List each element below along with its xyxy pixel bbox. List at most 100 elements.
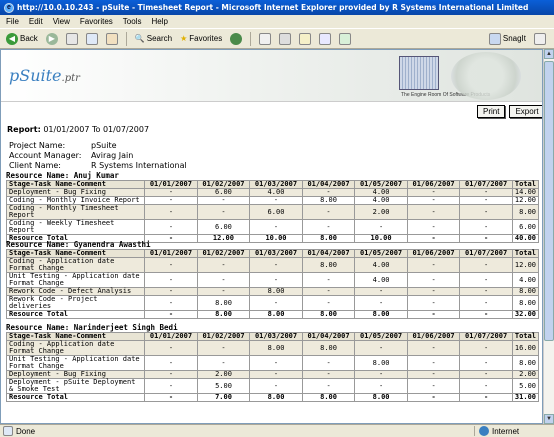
export-button[interactable]: Export [509,105,542,118]
hours-cell: - [249,370,303,379]
menu-tools[interactable]: Tools [123,17,142,26]
scroll-down-icon[interactable]: ▼ [544,414,554,424]
hours-cell: 4.00 [354,196,408,205]
column-header: Total [511,332,540,341]
hours-cell: - [144,219,198,235]
column-header: 01/03/2007 [249,249,303,258]
window-title: http://10.0.10.243 - pSuite - Timesheet … [17,3,529,12]
report-range: Report: 01/01/2007 To 01/07/2007 [7,125,149,134]
favorites-label: Favorites [189,34,223,43]
project-info: Project Name: pSuite Account Manager: Avir… [7,140,189,172]
project-name-label: Project Name: [9,141,66,150]
hours-cell: - [249,295,303,311]
print-button[interactable]: Print [477,105,506,118]
total-label-cell: Resource Total [5,393,146,402]
ie-icon: e [4,2,14,13]
task-name-cell: Coding - Application date Format Change [5,340,146,356]
hours-cell: - [406,257,461,273]
search-button[interactable]: 🔍 Search [133,31,174,47]
hours-cell: - [144,355,198,371]
column-header: 01/07/2007 [459,332,513,341]
media-button[interactable] [228,31,244,47]
print-toolbar-button[interactable] [277,31,293,47]
total-value-cell: 32.00 [511,310,540,319]
hours-cell: - [196,272,251,288]
hours-cell: - [144,340,198,356]
menu-favorites[interactable]: Favorites [80,17,113,26]
row-total-cell: 5.00 [511,378,540,394]
task-name-cell: Coding - Weekly Timesheet Report [5,219,146,235]
hours-cell: - [144,204,198,220]
vertical-scrollbar[interactable]: ▲ ▼ [543,49,554,424]
hours-cell: - [406,378,461,394]
hours-cell: - [196,355,251,371]
home-button[interactable] [104,31,120,47]
table-row: Coding - Application date Format Change -… [5,257,540,273]
hours-cell: - [301,370,356,379]
column-header: 01/04/2007 [301,332,356,341]
hours-cell: - [144,272,198,288]
snagit-capture-button[interactable] [532,31,548,47]
forward-button[interactable]: ▶ [44,31,60,47]
hours-cell: - [459,378,513,394]
hours-cell: - [459,355,513,371]
task-name-cell: Unit Testing - Application date Format C… [5,355,146,371]
hours-cell: 8.00 [249,287,303,296]
logo-suffix-text: .ptr [61,73,80,84]
project-name-value: pSuite [91,141,117,150]
back-button[interactable]: ◀ Back [4,31,40,47]
resource-section: Resource Name: Anuj Kumar Stage-Task Name… [5,171,540,243]
menu-edit[interactable]: Edit [29,17,43,26]
search-icon: 🔍 [134,34,145,43]
resource-name: Resource Name: Narinderjeet Singh Bedi [6,323,178,332]
hours-cell: - [406,295,461,311]
column-header: 01/04/2007 [301,249,356,258]
hours-cell: - [406,196,461,205]
task-name-cell: Coding - Monthly Timesheet Report [5,204,146,220]
hours-cell: - [196,287,251,296]
table-row: Coding - Monthly Timesheet Report - -6.00-… [5,204,540,220]
snagit-button[interactable]: SnagIt [487,31,528,47]
menu-file[interactable]: File [6,17,19,26]
edit-button[interactable] [297,31,313,47]
client-name-label: Client Name: [9,161,61,170]
row-total-cell: 12.00 [511,257,540,273]
hours-cell: - [459,340,513,356]
menu-help[interactable]: Help [151,17,167,26]
column-header: 01/02/2007 [196,249,251,258]
column-header: 01/02/2007 [196,332,251,341]
column-header: 01/05/2007 [354,332,408,341]
hours-cell: - [354,287,408,296]
capture-icon [534,32,546,45]
row-total-cell: 16.00 [511,340,540,356]
hours-cell: - [354,340,408,356]
search-label: Search [146,34,173,43]
timesheet-table: Stage-Task Name-Comment 01/01/2007 01/02/2… [5,249,540,319]
hours-cell: - [301,272,356,288]
hours-cell: - [406,355,461,371]
hours-cell: 4.00 [354,257,408,273]
hours-cell: - [249,378,303,394]
hours-cell: - [406,219,461,235]
discuss-button[interactable] [317,31,333,47]
snagit-icon [488,32,501,45]
page-icon [3,426,13,436]
scroll-thumb[interactable] [544,61,554,341]
hours-cell: 5.00 [196,378,251,394]
resource-total-row: Resource Total -7.00 8.00 8.00 8.00- -31.00 [5,393,540,402]
menu-view[interactable]: View [53,17,70,26]
hours-cell: 8.00 [196,295,251,311]
stop-button[interactable] [64,31,80,47]
resource-section: Resource Name: Gyanendra Awasthi Stage-Ta… [5,240,540,319]
edit-icon [299,32,312,45]
refresh-button[interactable] [84,31,100,47]
scroll-up-icon[interactable]: ▲ [544,49,554,59]
browser-window: e http://10.0.10.243 - pSuite - Timeshee… [0,0,554,437]
favorites-button[interactable]: ★ Favorites [178,31,224,47]
hours-cell: - [301,355,356,371]
hours-cell: - [144,295,198,311]
messenger-button[interactable] [337,31,353,47]
total-value-cell: - [144,310,198,319]
mail-button[interactable] [257,31,273,47]
total-label-cell: Resource Total [5,310,146,319]
